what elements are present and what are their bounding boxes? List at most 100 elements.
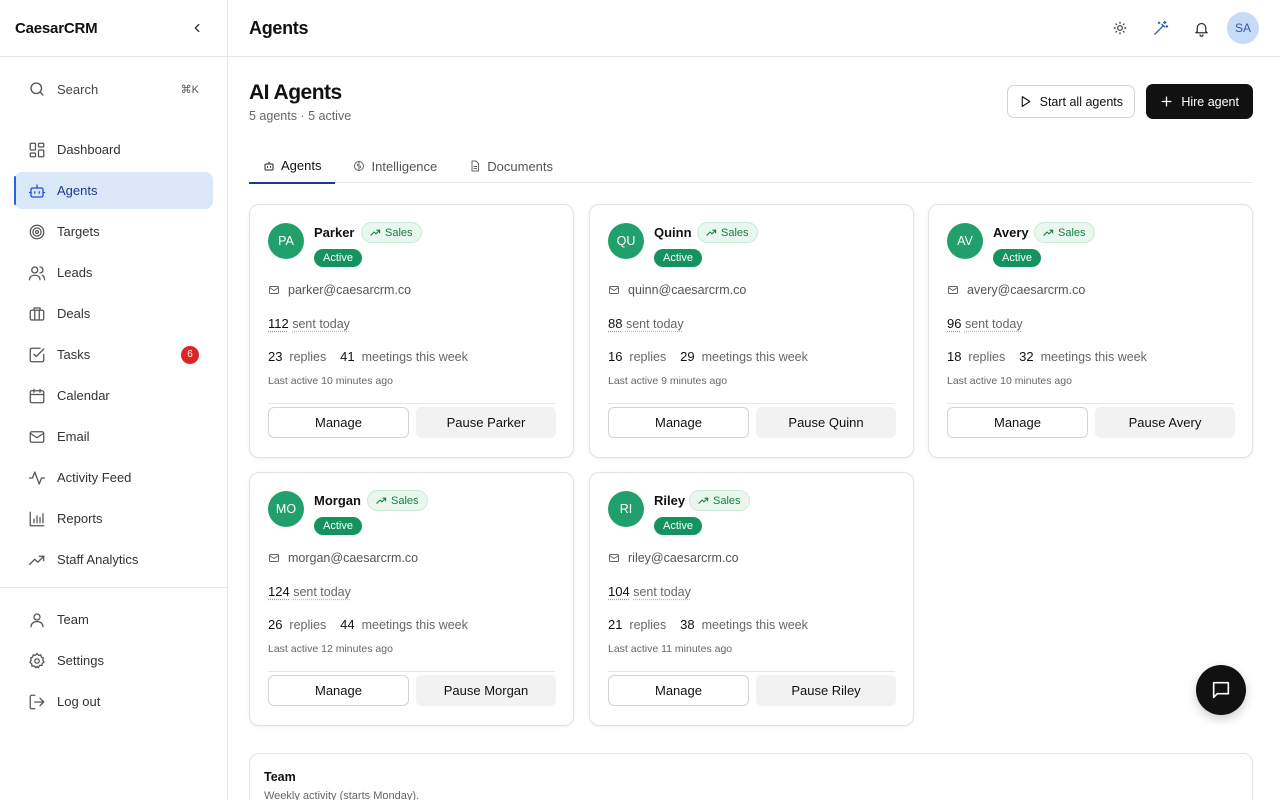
play-icon	[1021, 96, 1030, 107]
ai-assist-button[interactable]	[1140, 12, 1181, 44]
manage-agent-button[interactable]: Manage	[947, 407, 1088, 438]
briefcase-icon	[29, 306, 45, 321]
sidebar-item-dashboard[interactable]: Dashboard	[14, 131, 213, 168]
sidebar-item-email[interactable]: Email	[14, 418, 213, 455]
sidebar-item-calendar[interactable]: Calendar	[14, 377, 213, 414]
sidebar-item-label: Staff Analytics	[57, 552, 139, 567]
replies-label: replies	[289, 350, 327, 364]
pause-agent-button[interactable]: Pause Quinn	[756, 407, 896, 438]
sidebar-item-label: Email	[57, 429, 90, 444]
manage-agent-button[interactable]: Manage	[608, 675, 749, 706]
theme-toggle-button[interactable]	[1099, 12, 1140, 44]
agent-tag-badge: Sales	[1034, 222, 1095, 243]
chat-icon	[1212, 681, 1230, 699]
bar-chart-icon	[29, 511, 45, 526]
pause-agent-button[interactable]: Pause Avery	[1095, 407, 1235, 438]
manage-agent-button[interactable]: Manage	[608, 407, 749, 438]
start-all-agents-button[interactable]: Start all agents	[1006, 85, 1135, 118]
meetings-count: 32	[1019, 349, 1034, 364]
sent-count: 104	[608, 584, 630, 599]
replies-label: replies	[968, 350, 1006, 364]
agent-sent-today: 112 sent today	[268, 316, 350, 331]
team-panel-title: Team	[264, 770, 296, 784]
sidebar-item-logout[interactable]: Log out	[14, 683, 213, 720]
agent-sent-today: 88 sent today	[608, 316, 684, 331]
checkbox-icon	[29, 347, 45, 362]
search-icon	[30, 82, 44, 96]
topbar: Agents SA	[228, 0, 1280, 57]
trending-up-icon	[370, 229, 381, 236]
sidebar-item-leads[interactable]: Leads	[14, 254, 213, 291]
agent-email-text: avery@caesarcrm.co	[967, 283, 1086, 297]
agent-last-active: Last active 10 minutes ago	[947, 375, 1072, 387]
meetings-count: 38	[680, 617, 695, 632]
sidebar-bottom-nav: Team Settings Log out	[14, 601, 213, 724]
user-avatar[interactable]: SA	[1227, 12, 1259, 44]
pause-agent-button[interactable]: Pause Parker	[416, 407, 556, 438]
hire-agent-label: Hire agent	[1181, 94, 1239, 109]
users-icon	[28, 265, 46, 280]
agent-avatar: AV	[947, 223, 983, 259]
logout-icon	[29, 694, 45, 709]
sidebar-item-label: Calendar	[57, 388, 110, 403]
activity-icon	[28, 470, 46, 485]
hire-agent-button[interactable]: Hire agent	[1146, 84, 1253, 119]
agent-stats: 26 replies 44 meetings this week	[268, 617, 468, 632]
sidebar-item-team[interactable]: Team	[14, 601, 213, 638]
trending-up-icon	[698, 497, 709, 504]
notifications-button[interactable]	[1181, 12, 1222, 44]
sidebar-item-label: Reports	[57, 511, 103, 526]
agent-sent-today: 104 sent today	[608, 584, 691, 599]
sidebar-item-settings[interactable]: Settings	[14, 642, 213, 679]
sent-label: sent today	[293, 585, 351, 599]
sent-count: 88	[608, 316, 623, 331]
agent-name: Avery	[993, 225, 1029, 240]
replies-count: 18	[947, 349, 962, 364]
agent-name: Riley	[654, 493, 686, 508]
sidebar-nav: Dashboard Agents Targets Leads Deals Tas…	[14, 131, 213, 582]
replies-label: replies	[289, 618, 327, 632]
topbar-title: Agents	[249, 17, 309, 38]
mail-icon	[609, 554, 619, 562]
sidebar-item-targets[interactable]: Targets	[14, 213, 213, 250]
tab-documents[interactable]: Documents	[455, 149, 567, 183]
sent-label: sent today	[292, 317, 350, 331]
sidebar-item-activity-feed[interactable]: Activity Feed	[14, 459, 213, 496]
sent-label: sent today	[633, 585, 691, 599]
agent-stats: 21 replies 38 meetings this week	[608, 617, 808, 632]
main-content: AI Agents 5 agents · 5 active Start all …	[249, 57, 1253, 800]
agent-email-text: riley@caesarcrm.co	[628, 551, 739, 565]
tasks-count-badge: 6	[181, 345, 199, 364]
sent-count: 112	[268, 316, 289, 331]
manage-agent-button[interactable]: Manage	[268, 675, 409, 706]
chat-button[interactable]	[1196, 665, 1246, 715]
replies-count: 21	[608, 617, 623, 632]
pause-agent-button[interactable]: Pause Morgan	[416, 675, 556, 706]
manage-agent-button[interactable]: Manage	[268, 407, 409, 438]
pause-agent-button[interactable]: Pause Riley	[756, 675, 896, 706]
agent-status-badge: Active	[993, 249, 1041, 267]
magic-wand-icon	[1154, 20, 1169, 35]
card-divider	[608, 671, 895, 672]
agent-tag-label: Sales	[385, 226, 413, 239]
sidebar-item-reports[interactable]: Reports	[14, 500, 213, 537]
tab-intelligence[interactable]: Intelligence	[339, 149, 451, 183]
tab-label: Documents	[487, 158, 554, 174]
sidebar-item-staff-analytics[interactable]: Staff Analytics	[14, 541, 213, 578]
sidebar-item-tasks[interactable]: Tasks 6	[14, 336, 213, 373]
dashboard-icon	[29, 142, 45, 157]
agent-email: riley@caesarcrm.co	[608, 551, 739, 565]
sidebar-item-deals[interactable]: Deals	[14, 295, 213, 332]
agent-tag-badge: Sales	[367, 490, 428, 511]
collapse-sidebar-button[interactable]	[187, 18, 207, 38]
page-subtitle: 5 agents · 5 active	[249, 109, 352, 123]
sidebar-search[interactable]: Search ⌘K	[14, 74, 213, 104]
agent-stats: 16 replies 29 meetings this week	[608, 349, 808, 364]
sidebar-item-agents[interactable]: Agents	[14, 172, 213, 209]
tab-agents[interactable]: Agents	[249, 149, 336, 184]
agent-status-badge: Active	[314, 517, 362, 535]
team-panel-subtitle: Weekly activity (starts Monday).	[264, 790, 420, 800]
card-divider	[268, 671, 555, 672]
agent-email-text: parker@caesarcrm.co	[288, 283, 412, 297]
brand-name: CaesarCRM	[15, 19, 98, 37]
